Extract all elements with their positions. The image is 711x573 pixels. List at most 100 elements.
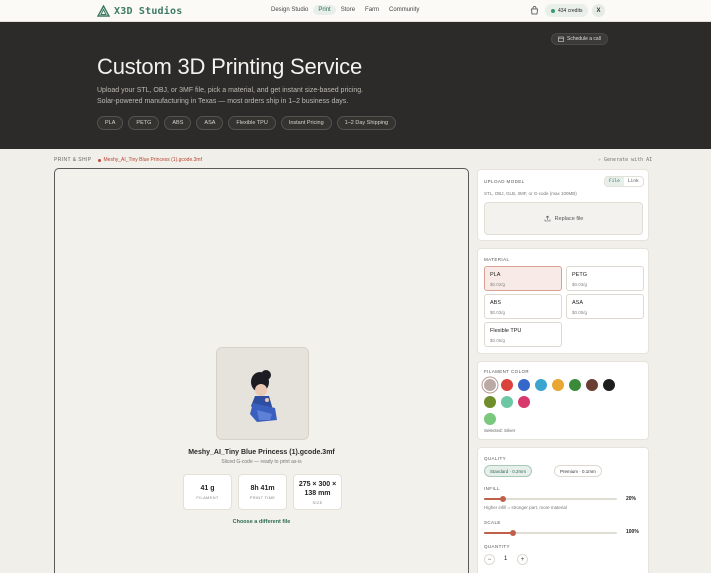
model-file-name: Meshy_AI_Tiny Blue Princess (1).gcode.3m…	[188, 449, 335, 456]
model-viewer[interactable]: Meshy_AI_Tiny Blue Princess (1).gcode.3m…	[54, 168, 469, 573]
quality-standard-button[interactable]: Standard · 0.2mm	[484, 465, 533, 477]
color-title: FILAMENT COLOR	[484, 369, 530, 374]
feature-chips: PLA PETG ABS ASA Flexible TPU Instant Pr…	[97, 116, 397, 130]
material-abs-name: ABS	[490, 300, 502, 306]
scale-slider-thumb[interactable]	[510, 530, 517, 536]
brand-logo[interactable]: X3D Studios	[97, 4, 182, 18]
color-swatch[interactable]	[518, 396, 530, 408]
material-asa-name: ASA	[572, 300, 584, 306]
material-pla-name: PLA	[490, 272, 501, 278]
stat-size-value-2: 138 mm	[304, 489, 331, 497]
scale-slider-fill	[484, 532, 514, 534]
stat-size-value: 275 × 300 ×	[298, 480, 337, 488]
material-asa-price: $0.05/g	[572, 310, 588, 315]
hero-subtitle: Upload your STL, OBJ, or 3MF file, pick …	[97, 85, 417, 107]
stat-filament: 41 g FILAMENT	[183, 474, 232, 510]
nav-farm[interactable]: Farm	[360, 5, 384, 15]
breadcrumb-file: Meshy_AI_Tiny Blue Princess (1).gcode.3m…	[98, 157, 202, 163]
cart-icon[interactable]	[530, 6, 539, 15]
material-tpu[interactable]: Flexible TPU $0.05/g	[484, 322, 562, 347]
chip-instant-pricing: Instant Pricing	[280, 116, 332, 130]
credits-text: 434 credits	[558, 7, 583, 14]
infill-slider-thumb[interactable]	[499, 496, 506, 502]
schedule-call-button[interactable]: Schedule a call	[551, 33, 608, 45]
material-panel: MATERIAL PLA $0.02/g PETG $0.03/g ABS $0…	[477, 248, 649, 354]
model-status: Sliced G-code — ready to print as-is	[221, 459, 302, 465]
color-swatch[interactable]	[501, 396, 513, 408]
stat-print-time-value: 8h 41m	[250, 485, 275, 492]
hero: Schedule a call Custom 3D Printing Servi…	[0, 22, 711, 149]
page-title: Custom 3D Printing Service	[97, 54, 363, 79]
nav-community[interactable]: Community	[384, 5, 424, 15]
material-pla-price: $0.02/g	[490, 282, 506, 287]
stat-size: 275 × 300 × 138 mm SIZE	[293, 474, 342, 510]
scale-label: SCALE	[484, 520, 501, 525]
chip-tpu: Flexible TPU	[228, 116, 276, 130]
nav-print[interactable]: Print	[313, 5, 336, 15]
quantity-increment-button[interactable]: +	[517, 554, 528, 565]
infill-slider[interactable]	[484, 496, 617, 502]
color-swatch[interactable]	[518, 379, 530, 391]
princess-figure-icon	[250, 370, 277, 422]
upload-title: UPLOAD MODEL	[484, 179, 525, 184]
quantity-decrement-button[interactable]: −	[484, 554, 495, 565]
material-asa[interactable]: ASA $0.05/g	[566, 294, 644, 319]
color-panel: FILAMENT COLOR Selected: Silver	[477, 361, 649, 440]
color-swatch[interactable]	[569, 379, 581, 391]
calendar-icon	[558, 36, 564, 42]
logo-triangle-icon	[97, 5, 110, 17]
material-abs-price: $0.03/g	[490, 310, 506, 315]
material-pla[interactable]: PLA $0.02/g	[484, 266, 562, 291]
tab-link[interactable]: Link	[624, 177, 643, 186]
upload-hint: STL, OBJ, GLB, 3MF, or G-code (max 100MB…	[484, 191, 577, 196]
color-swatch[interactable]	[586, 379, 598, 391]
infill-hint: Higher infill = stronger part, more mate…	[484, 505, 567, 510]
breadcrumb: PRINT & SHIP Meshy_AI_Tiny Blue Princess…	[54, 157, 202, 163]
material-petg[interactable]: PETG $0.03/g	[566, 266, 644, 291]
chip-shipping: 1–2 Day Shipping	[336, 116, 397, 130]
tab-file[interactable]: File	[605, 177, 624, 186]
color-swatch[interactable]	[501, 379, 513, 391]
chip-asa: ASA	[196, 116, 224, 130]
scale-value: 100%	[626, 529, 639, 535]
material-title: MATERIAL	[484, 257, 510, 262]
stat-size-label: SIZE	[312, 499, 323, 505]
replace-file-dropzone[interactable]: Replace file	[484, 202, 643, 235]
color-swatch[interactable]	[484, 379, 496, 391]
color-swatch[interactable]	[603, 379, 615, 391]
chip-petg: PETG	[128, 116, 160, 130]
color-swatch[interactable]	[552, 379, 564, 391]
choose-different-file-link[interactable]: Choose a different file	[55, 519, 468, 525]
quantity-value: 1	[504, 556, 508, 562]
credits-badge[interactable]: 434 credits	[545, 4, 589, 17]
model-thumbnail	[216, 347, 309, 440]
avatar[interactable]: X	[592, 4, 605, 17]
stat-print-time: 8h 41m PRINT TIME	[238, 474, 287, 510]
chip-abs: ABS	[164, 116, 192, 130]
color-swatch[interactable]	[484, 396, 496, 408]
upload-mode-toggle: File Link	[604, 176, 644, 187]
generate-ai-link[interactable]: ✧ Generate with AI	[598, 157, 652, 163]
quantity-label: QUANTITY	[484, 544, 510, 549]
nav-store[interactable]: Store	[336, 5, 360, 15]
material-abs[interactable]: ABS $0.03/g	[484, 294, 562, 319]
stat-filament-label: FILAMENT	[196, 495, 219, 500]
infill-value: 20%	[626, 496, 637, 502]
schedule-call-label: Schedule a call	[567, 36, 601, 42]
stat-filament-value: 41 g	[200, 485, 215, 492]
material-tpu-price: $0.05/g	[490, 338, 506, 343]
hero-subtitle-line-1: Upload your STL, OBJ, or 3MF file, pick …	[97, 87, 364, 94]
material-petg-name: PETG	[572, 272, 587, 278]
quality-premium-button[interactable]: Premium · 0.1mm	[554, 465, 602, 477]
color-swatch[interactable]	[535, 379, 547, 391]
nav-design-studio[interactable]: Design Studio	[266, 5, 313, 15]
scale-slider[interactable]	[484, 530, 617, 536]
credits-dot-icon	[551, 8, 555, 13]
upload-panel: UPLOAD MODEL File Link STL, OBJ, GLB, 3M…	[477, 169, 649, 241]
hero-subtitle-line-2: Solar-powered manufacturing in Texas — m…	[97, 98, 349, 105]
infill-label: INFILL	[484, 486, 500, 491]
chip-pla: PLA	[97, 116, 124, 130]
upload-icon	[544, 215, 550, 222]
breadcrumb-section: PRINT & SHIP	[54, 157, 92, 163]
color-swatch[interactable]	[484, 413, 496, 425]
